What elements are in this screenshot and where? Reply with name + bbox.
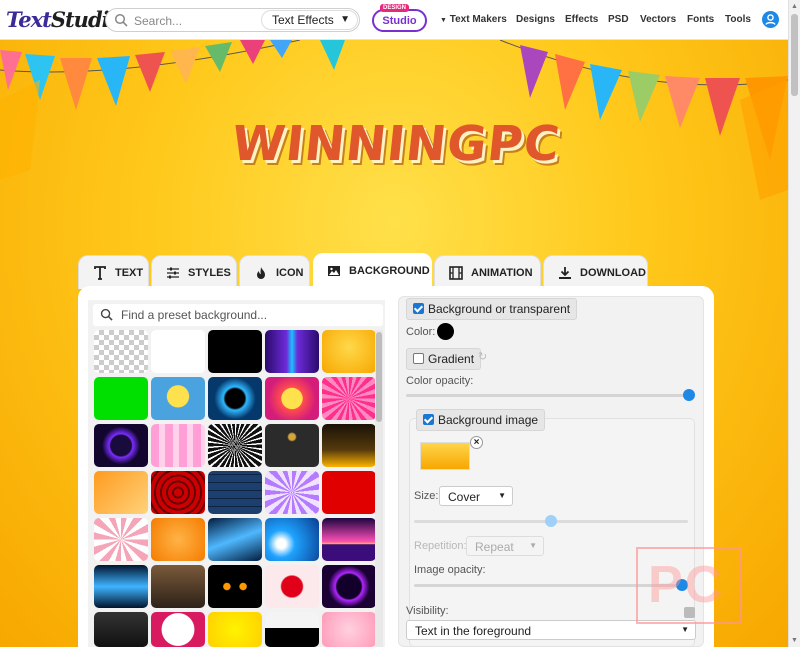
preset-pink-flames[interactable] <box>151 424 205 467</box>
preset-purple-neon-diamond[interactable] <box>94 424 148 467</box>
nav-fonts[interactable]: Fonts <box>687 14 714 25</box>
preset-red-spiderweb[interactable] <box>151 471 205 514</box>
flame-icon <box>257 266 265 279</box>
search-icon <box>114 13 128 27</box>
preset-synthwave-sunset[interactable] <box>322 518 376 561</box>
page-scrollbar[interactable]: ▲ ▼ <box>788 0 800 647</box>
bg-image-thumbnail[interactable] <box>420 442 470 470</box>
repetition-select[interactable]: Repeat ▼ <box>466 536 544 556</box>
preset-black-silhouette[interactable] <box>265 612 319 647</box>
preset-blue-brick-wall[interactable] <box>208 471 262 514</box>
preset-transparent[interactable] <box>94 330 148 373</box>
chevron-down-icon: ▼ <box>498 491 506 500</box>
tab-animation[interactable]: ANIMATION <box>434 255 541 289</box>
color-opacity-knob[interactable] <box>683 389 695 401</box>
tab-background[interactable]: BACKGROUND <box>313 253 432 289</box>
preset-blue-light-beam[interactable] <box>94 565 148 608</box>
chevron-down-icon: ▼ <box>340 14 350 25</box>
size-label: Size: <box>414 490 439 502</box>
text-icon <box>94 265 106 280</box>
search-icon <box>100 308 113 321</box>
repetition-label: Repetition: <box>414 540 467 552</box>
tab-icon[interactable]: ICON <box>239 255 310 289</box>
preset-yellow-burst[interactable] <box>208 612 262 647</box>
checkbox-checked-icon <box>423 414 434 425</box>
preset-blue-electric-ring[interactable] <box>208 377 262 420</box>
nav-effects[interactable]: Effects <box>565 14 598 25</box>
tab-styles[interactable]: STYLES <box>151 255 237 289</box>
preset-black-white-burst[interactable] <box>208 424 262 467</box>
size-slider-knob[interactable] <box>545 515 557 527</box>
nav-tools[interactable]: Tools <box>725 14 751 25</box>
visibility-label: Visibility: <box>406 605 449 617</box>
preset-orange-gradient[interactable] <box>151 518 205 561</box>
nav-vectors[interactable]: Vectors <box>640 14 676 25</box>
chevron-down-icon: ▼ <box>681 625 689 634</box>
size-select[interactable]: Cover ▼ <box>439 486 513 506</box>
color-swatch[interactable] <box>437 323 454 340</box>
preset-anime-character[interactable] <box>94 471 148 514</box>
preset-cat-eyes-dark[interactable] <box>208 565 262 608</box>
preset-green[interactable] <box>94 377 148 420</box>
watermark-frame: PC <box>636 547 742 624</box>
preset-pink-rays[interactable] <box>322 377 376 420</box>
color-label: Color: <box>406 326 436 338</box>
caret-down-icon: ▼ <box>440 17 447 24</box>
nav-designs[interactable]: Designs <box>516 14 555 25</box>
preset-purple-audio-wave[interactable] <box>265 330 319 373</box>
tab-text[interactable]: TEXT <box>78 255 149 289</box>
color-opacity-label: Color opacity: <box>406 375 474 387</box>
sliders-icon <box>167 267 179 278</box>
bg-image-toggle[interactable]: Background image <box>416 409 546 431</box>
scroll-down-icon[interactable]: ▼ <box>791 637 798 644</box>
preset-sponge-cartoon[interactable] <box>151 377 205 420</box>
watermark-text: PC <box>648 556 725 614</box>
search-bar: Search... Text Effects ▼ <box>105 8 360 32</box>
nav-text-makers[interactable]: ▼ Text Makers <box>440 14 507 25</box>
preset-black-crown[interactable] <box>265 424 319 467</box>
preset-purple-swirl[interactable] <box>265 471 319 514</box>
image-opacity-label: Image opacity: <box>414 564 486 576</box>
tab-download[interactable]: DOWNLOAD <box>543 255 648 289</box>
preset-black[interactable] <box>208 330 262 373</box>
checkbox-unchecked-icon <box>413 353 424 364</box>
gradient-toggle[interactable]: Gradient <box>406 348 482 370</box>
preset-red[interactable] <box>322 471 376 514</box>
preset-blue-light-flare[interactable] <box>208 518 262 561</box>
image-icon <box>328 266 340 276</box>
search-input[interactable]: Search... <box>134 14 182 28</box>
preset-dark-textured[interactable] <box>94 612 148 647</box>
preset-footballer-portrait[interactable] <box>151 565 205 608</box>
bg-or-transparent-toggle[interactable]: Background or transparent <box>406 298 578 320</box>
preset-white[interactable] <box>151 330 205 373</box>
close-icon[interactable]: × <box>470 436 483 449</box>
scroll-up-icon[interactable]: ▲ <box>791 3 798 10</box>
preset-purple-portal[interactable] <box>322 565 376 608</box>
preset-scrollbar[interactable] <box>375 330 383 647</box>
nav-psd[interactable]: PSD <box>608 14 629 25</box>
film-icon <box>449 265 463 280</box>
preset-stage-lights[interactable] <box>322 424 376 467</box>
preset-scroll-thumb[interactable] <box>376 332 382 422</box>
preset-red-paint-splash[interactable] <box>265 565 319 608</box>
checkbox-checked-icon <box>413 303 424 314</box>
find-preset-input[interactable]: Find a preset background... <box>93 304 383 326</box>
top-navigation-bar: TextStudio Search... Text Effects ▼ DESIG… <box>0 0 800 40</box>
download-icon <box>559 266 571 279</box>
color-opacity-slider[interactable] <box>406 394 690 397</box>
preset-pink-candy-swirl[interactable] <box>94 518 148 561</box>
search-category-select[interactable]: Text Effects ▼ <box>261 10 358 30</box>
preset-blue-wave-swirl[interactable] <box>265 518 319 561</box>
preset-white-cloud-frame[interactable] <box>151 612 205 647</box>
reset-icon[interactable]: ↻ <box>478 350 487 363</box>
design-tag: DESIGN <box>380 4 410 12</box>
chevron-down-icon: ▼ <box>529 541 537 550</box>
preset-yellow-gradient[interactable] <box>322 330 376 373</box>
preset-pink-blur[interactable] <box>322 612 376 647</box>
user-account-icon[interactable] <box>762 11 779 28</box>
page-scroll-thumb[interactable] <box>791 14 798 96</box>
design-studio-button[interactable]: DESIGN Studio <box>372 4 427 32</box>
preset-comic-burst[interactable] <box>265 377 319 420</box>
preview-text[interactable]: WINNINGPC <box>229 116 563 172</box>
